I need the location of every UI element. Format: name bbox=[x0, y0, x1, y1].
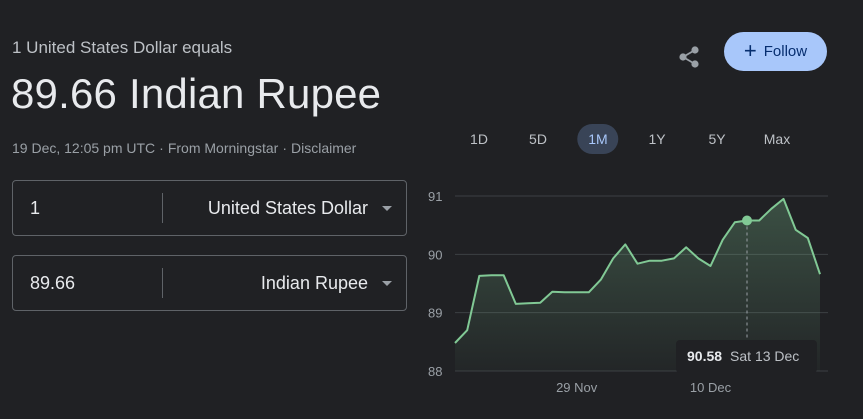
from-currency-row: 1 United States Dollar bbox=[12, 180, 407, 236]
follow-label: Follow bbox=[763, 43, 808, 60]
y-tick-label: 89 bbox=[428, 306, 442, 321]
dropdown-caret-icon bbox=[382, 280, 392, 286]
separator: · bbox=[282, 140, 287, 156]
from-currency-label: United States Dollar bbox=[207, 198, 368, 218]
tab-max[interactable]: Max bbox=[764, 124, 790, 154]
tab-1y[interactable]: 1Y bbox=[648, 124, 665, 154]
divider bbox=[162, 268, 163, 298]
data-source: From Morningstar bbox=[167, 140, 279, 156]
from-currency-select[interactable]: United States Dollar bbox=[208, 181, 392, 235]
tab-1d[interactable]: 1D bbox=[470, 124, 488, 154]
disclaimer-link[interactable]: Disclaimer bbox=[291, 140, 356, 156]
to-currency-label: Indian Rupee bbox=[260, 273, 368, 293]
hover-point bbox=[742, 215, 752, 226]
tooltip-value: 90.58 bbox=[687, 348, 723, 364]
share-icon[interactable] bbox=[676, 44, 702, 70]
separator: · bbox=[159, 140, 164, 156]
x-tick-label: 10 Dec bbox=[690, 380, 732, 395]
y-tick-label: 90 bbox=[428, 247, 442, 262]
tab-1m[interactable]: 1M bbox=[577, 124, 619, 154]
x-tick-label: 29 Nov bbox=[556, 380, 598, 395]
timestamp: 19 Dec, 12:05 pm UTC bbox=[12, 140, 156, 156]
from-amount-input[interactable]: 1 bbox=[30, 181, 40, 235]
time-range-tabs: 1D 5D 1M 1Y 5Y Max bbox=[449, 124, 829, 154]
exchange-rate-headline: 89.66 Indian Rupee bbox=[11, 70, 382, 117]
dropdown-caret-icon bbox=[382, 205, 392, 211]
rate-metadata: 19 Dec, 12:05 pm UTC · From Morningstar · Di… bbox=[12, 140, 356, 156]
conversion-subtitle: 1 United States Dollar equals bbox=[12, 38, 233, 57]
chart-tooltip: 90.58 Sat 13 Dec bbox=[676, 340, 817, 373]
to-currency-row: 89.66 Indian Rupee bbox=[12, 255, 407, 311]
to-amount-input[interactable]: 89.66 bbox=[30, 256, 75, 310]
y-tick-label: 88 bbox=[428, 364, 442, 379]
divider bbox=[162, 193, 163, 223]
tab-5d[interactable]: 5D bbox=[529, 124, 547, 154]
tab-5y[interactable]: 5Y bbox=[708, 124, 725, 154]
follow-button[interactable]: + Follow bbox=[724, 32, 827, 71]
plus-icon: + bbox=[743, 37, 757, 63]
tooltip-date: Sat 13 Dec bbox=[730, 348, 800, 364]
y-tick-label: 91 bbox=[428, 189, 442, 204]
to-currency-select[interactable]: Indian Rupee bbox=[261, 256, 392, 310]
